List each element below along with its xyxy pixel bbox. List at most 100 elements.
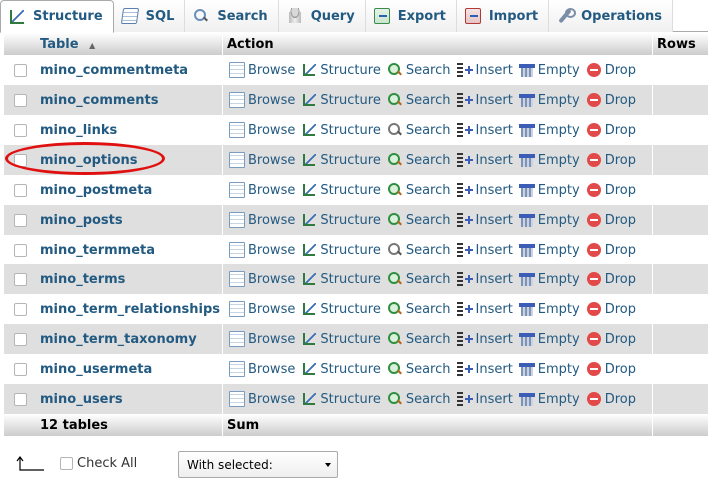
- table-name-link[interactable]: mino_term_taxonomy: [36, 332, 222, 347]
- table-name-link[interactable]: mino_usermeta: [36, 362, 222, 377]
- structure-action[interactable]: Structure: [301, 361, 381, 377]
- search-action[interactable]: Search: [387, 361, 451, 377]
- search-action[interactable]: Search: [387, 62, 451, 78]
- tab-operations[interactable]: Operations: [549, 0, 674, 32]
- browse-action[interactable]: Browse: [229, 92, 295, 108]
- structure-action[interactable]: Structure: [301, 242, 381, 258]
- column-header-table[interactable]: Table ▲: [36, 37, 222, 52]
- structure-action[interactable]: Structure: [301, 271, 381, 287]
- row-checkbox[interactable]: [13, 213, 27, 227]
- drop-action[interactable]: Drop: [586, 182, 636, 198]
- drop-action[interactable]: Drop: [586, 271, 636, 287]
- structure-action[interactable]: Structure: [301, 391, 381, 407]
- drop-action[interactable]: Drop: [586, 62, 636, 78]
- row-checkbox[interactable]: [13, 332, 27, 346]
- structure-action[interactable]: Structure: [301, 301, 381, 317]
- drop-action[interactable]: Drop: [586, 331, 636, 347]
- browse-action[interactable]: Browse: [229, 122, 295, 138]
- search-action[interactable]: Search: [387, 92, 451, 108]
- tab-query[interactable]: Query: [278, 0, 366, 32]
- insert-action[interactable]: Insert: [456, 122, 513, 138]
- empty-action[interactable]: Empty: [518, 242, 580, 258]
- with-selected-select[interactable]: With selected:: [178, 451, 338, 478]
- structure-action[interactable]: Structure: [301, 62, 381, 78]
- table-name-link[interactable]: mino_commentmeta: [36, 63, 222, 78]
- empty-action[interactable]: Empty: [518, 391, 580, 407]
- browse-action[interactable]: Browse: [229, 212, 295, 228]
- empty-action[interactable]: Empty: [518, 122, 580, 138]
- browse-action[interactable]: Browse: [229, 242, 295, 258]
- search-action[interactable]: Search: [387, 391, 451, 407]
- search-action[interactable]: Search: [387, 212, 451, 228]
- tab-search[interactable]: Search: [185, 0, 279, 32]
- structure-action[interactable]: Structure: [301, 212, 381, 228]
- insert-action[interactable]: Insert: [456, 152, 513, 168]
- table-name-link[interactable]: mino_posts: [36, 213, 222, 228]
- table-name-link[interactable]: mino_users: [36, 392, 222, 407]
- empty-action[interactable]: Empty: [518, 212, 580, 228]
- row-checkbox[interactable]: [13, 183, 27, 197]
- insert-action[interactable]: Insert: [456, 242, 513, 258]
- browse-action[interactable]: Browse: [229, 361, 295, 377]
- tab-import[interactable]: Import: [456, 0, 550, 32]
- structure-action[interactable]: Structure: [301, 182, 381, 198]
- insert-action[interactable]: Insert: [456, 92, 513, 108]
- empty-action[interactable]: Empty: [518, 92, 580, 108]
- row-checkbox[interactable]: [13, 123, 27, 137]
- row-checkbox[interactable]: [13, 93, 27, 107]
- table-name-link[interactable]: mino_termmeta: [36, 243, 222, 258]
- insert-action[interactable]: Insert: [456, 271, 513, 287]
- table-name-link[interactable]: mino_terms: [36, 272, 222, 287]
- browse-action[interactable]: Browse: [229, 152, 295, 168]
- row-checkbox[interactable]: [13, 302, 27, 316]
- browse-action[interactable]: Browse: [229, 331, 295, 347]
- browse-action[interactable]: Browse: [229, 182, 295, 198]
- drop-action[interactable]: Drop: [586, 242, 636, 258]
- row-checkbox[interactable]: [13, 153, 27, 167]
- check-all[interactable]: Check All: [60, 456, 137, 471]
- structure-action[interactable]: Structure: [301, 331, 381, 347]
- insert-action[interactable]: Insert: [456, 361, 513, 377]
- table-name-link[interactable]: mino_postmeta: [36, 183, 222, 198]
- insert-action[interactable]: Insert: [456, 391, 513, 407]
- structure-action[interactable]: Structure: [301, 92, 381, 108]
- search-action[interactable]: Search: [387, 242, 451, 258]
- row-checkbox[interactable]: [13, 63, 27, 77]
- search-action[interactable]: Search: [387, 122, 451, 138]
- drop-action[interactable]: Drop: [586, 301, 636, 317]
- insert-action[interactable]: Insert: [456, 212, 513, 228]
- browse-action[interactable]: Browse: [229, 391, 295, 407]
- browse-action[interactable]: Browse: [229, 301, 295, 317]
- insert-action[interactable]: Insert: [456, 182, 513, 198]
- column-header-rows[interactable]: Rows: [652, 33, 708, 55]
- drop-action[interactable]: Drop: [586, 212, 636, 228]
- browse-action[interactable]: Browse: [229, 271, 295, 287]
- insert-action[interactable]: Insert: [456, 301, 513, 317]
- table-name-link[interactable]: mino_term_relationships: [36, 302, 222, 317]
- browse-action[interactable]: Browse: [229, 62, 295, 78]
- drop-action[interactable]: Drop: [586, 152, 636, 168]
- empty-action[interactable]: Empty: [518, 301, 580, 317]
- empty-action[interactable]: Empty: [518, 361, 580, 377]
- table-name-link[interactable]: mino_comments: [36, 93, 222, 108]
- empty-action[interactable]: Empty: [518, 152, 580, 168]
- row-checkbox[interactable]: [13, 392, 27, 406]
- search-action[interactable]: Search: [387, 152, 451, 168]
- check-all-checkbox[interactable]: [60, 457, 73, 470]
- search-action[interactable]: Search: [387, 331, 451, 347]
- tab-sql[interactable]: SQL: [113, 0, 186, 32]
- structure-action[interactable]: Structure: [301, 152, 381, 168]
- empty-action[interactable]: Empty: [518, 62, 580, 78]
- drop-action[interactable]: Drop: [586, 391, 636, 407]
- drop-action[interactable]: Drop: [586, 92, 636, 108]
- insert-action[interactable]: Insert: [456, 62, 513, 78]
- tab-export[interactable]: Export: [365, 0, 457, 32]
- table-name-link[interactable]: mino_options: [36, 153, 222, 168]
- empty-action[interactable]: Empty: [518, 271, 580, 287]
- empty-action[interactable]: Empty: [518, 331, 580, 347]
- empty-action[interactable]: Empty: [518, 182, 580, 198]
- insert-action[interactable]: Insert: [456, 331, 513, 347]
- drop-action[interactable]: Drop: [586, 361, 636, 377]
- row-checkbox[interactable]: [13, 243, 27, 257]
- row-checkbox[interactable]: [13, 272, 27, 286]
